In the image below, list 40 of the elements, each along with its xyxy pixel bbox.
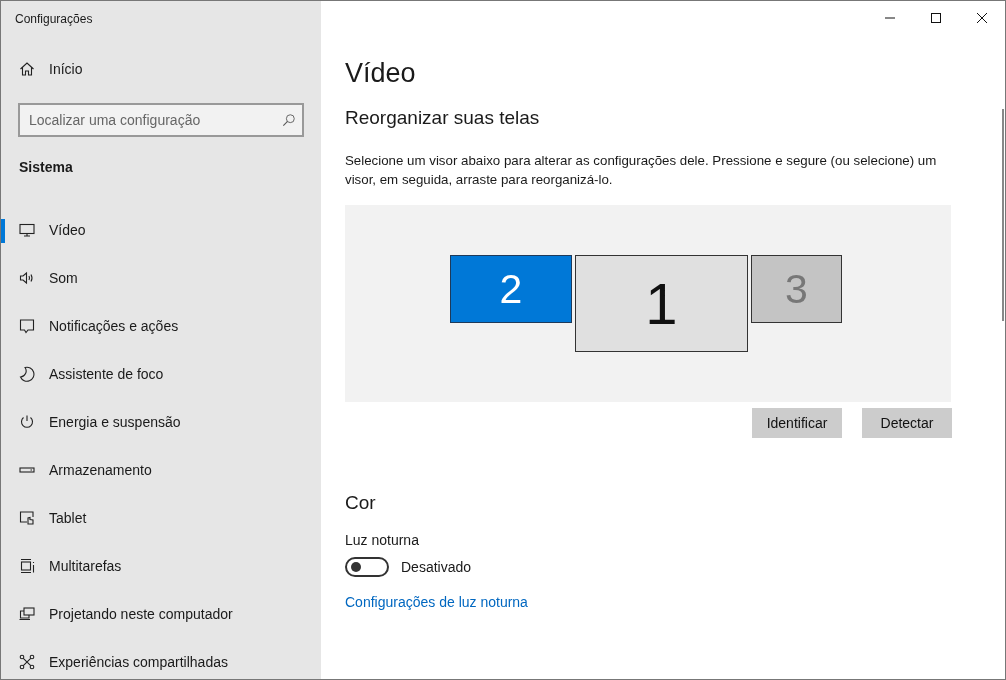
toggle-state-text: Desativado [401,559,472,575]
detect-button[interactable]: Detectar [862,408,952,438]
power-icon [19,414,35,430]
sidebar-item[interactable]: Tablet [1,494,321,542]
close-icon [977,13,987,23]
projecting-icon [19,606,35,622]
setting-label: Luz noturna [345,532,420,548]
identify-button[interactable]: Identificar [752,408,842,438]
night-light-settings-link[interactable]: Configurações de luz noturna [345,594,528,610]
sidebar-item[interactable]: Projetando neste computador [1,590,321,638]
sidebar-item[interactable]: Notificações e ações [1,302,321,350]
display-tile[interactable]: 2 [450,255,572,323]
scrollbar[interactable] [1002,109,1004,321]
sidebar-item[interactable]: Vídeo [1,206,321,254]
shared-nodes-icon [19,654,35,670]
sidebar-item[interactable]: Experiências compartilhadas [1,638,321,679]
sidebar-item[interactable]: Energia e suspensão [1,398,321,446]
tablet-icon [19,510,35,526]
speaker-icon [19,270,35,286]
chat-bubble-icon [19,318,35,334]
maximize-icon [931,13,941,23]
search-icon [282,113,296,127]
page-title: Vídeo [345,57,417,90]
home-icon [19,61,35,77]
sidebar-item[interactable]: Som [1,254,321,302]
multitask-icon [19,558,35,574]
monitor-icon [19,222,35,238]
section-heading: Reorganizar suas telas [345,106,541,130]
section-heading: Sistema [18,158,74,177]
window-title: Configurações [14,11,94,28]
sidebar-item[interactable]: Assistente de foco [1,350,321,398]
section-heading: Cor [345,491,377,515]
sidebar-item[interactable]: Multitarefas [1,542,321,590]
description-text: Selecione um visor abaixo para alterar as configurações dele. Pressione e segure (ou selecione) um visor, em seguida, arraste para reorganizá-lo. [345,152,938,189]
toggle-switch[interactable] [345,557,389,577]
display-tile[interactable]: 1 [575,255,748,352]
search-field[interactable]: Localizar uma configuração [18,103,304,137]
home-link[interactable]: Início [1,49,321,89]
sidebar-item[interactable]: Armazenamento [1,446,321,494]
moon-icon [19,366,35,382]
